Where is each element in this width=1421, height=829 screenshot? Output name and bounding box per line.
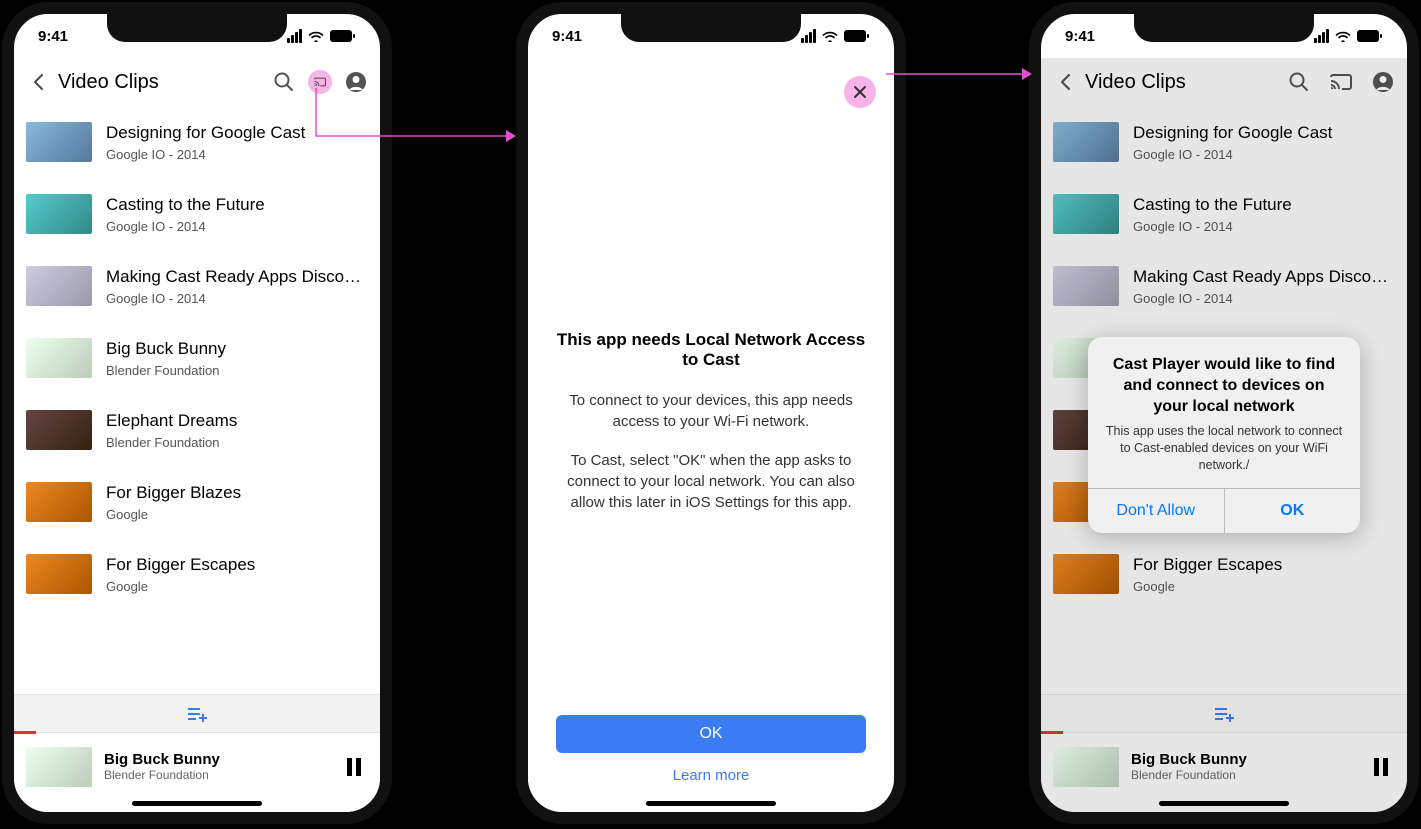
- modal-paragraph: To Cast, select "OK" when the app asks t…: [556, 450, 866, 513]
- device-notch: [1134, 14, 1314, 42]
- app-header: Video Clips: [14, 58, 380, 106]
- modal-heading: This app needs Local Network Access to C…: [556, 330, 866, 370]
- cast-button[interactable]: [308, 70, 332, 94]
- ios-permission-alert: Cast Player would like to find and conne…: [1088, 337, 1360, 533]
- status-time: 9:41: [38, 28, 68, 45]
- list-item[interactable]: Making Cast Ready Apps Discover... Google…: [14, 250, 380, 322]
- status-time: 9:41: [552, 28, 582, 45]
- video-title: For Bigger Blazes: [106, 483, 368, 503]
- device-notch: [621, 14, 801, 42]
- battery-icon: [844, 30, 870, 42]
- video-title: Making Cast Ready Apps Discover...: [106, 267, 368, 287]
- list-item[interactable]: Designing for Google Cast Google IO - 201…: [14, 106, 380, 178]
- playlist-add-icon: [186, 706, 208, 722]
- now-playing-bar[interactable]: Big Buck Bunny Blender Foundation: [14, 732, 380, 800]
- home-indicator: [1159, 801, 1289, 806]
- pause-button[interactable]: [340, 753, 368, 781]
- video-subtitle: Google IO - 2014: [106, 291, 368, 306]
- video-title: For Bigger Escapes: [106, 555, 368, 575]
- video-subtitle: Blender Foundation: [106, 363, 368, 378]
- video-title: Big Buck Bunny: [106, 339, 368, 359]
- list-item[interactable]: Casting to the Future Google IO - 2014: [14, 178, 380, 250]
- battery-icon: [330, 30, 356, 42]
- video-thumbnail: [26, 194, 92, 234]
- home-indicator: [646, 801, 776, 806]
- video-list: Designing for Google Cast Google IO - 201…: [14, 106, 380, 694]
- video-thumbnail: [26, 482, 92, 522]
- video-thumbnail: [26, 266, 92, 306]
- battery-icon: [1357, 30, 1383, 42]
- learn-more-link[interactable]: Learn more: [556, 767, 866, 784]
- back-button[interactable]: [26, 70, 50, 94]
- cellular-icon: [1314, 29, 1329, 43]
- video-subtitle: Google IO - 2014: [106, 147, 368, 162]
- now-playing-subtitle: Blender Foundation: [104, 768, 328, 782]
- queue-bar[interactable]: [14, 694, 380, 732]
- wifi-icon: [822, 30, 838, 42]
- video-thumbnail: [26, 554, 92, 594]
- cellular-icon: [801, 29, 816, 43]
- video-thumbnail: [26, 410, 92, 450]
- permission-explainer-screen: This app needs Local Network Access to C…: [528, 58, 894, 812]
- video-title: Designing for Google Cast: [106, 123, 368, 143]
- video-subtitle: Blender Foundation: [106, 435, 368, 450]
- status-time: 9:41: [1065, 28, 1095, 45]
- ok-button[interactable]: OK: [556, 715, 866, 753]
- now-playing-title: Big Buck Bunny: [104, 751, 328, 768]
- dont-allow-button[interactable]: Don't Allow: [1088, 489, 1224, 533]
- phone-screen-1: 9:41 Video Clips: [2, 2, 392, 824]
- video-subtitle: Google: [106, 579, 368, 594]
- phone-screen-3: 9:41 Video Clips: [1029, 2, 1419, 824]
- list-item[interactable]: Big Buck Bunny Blender Foundation: [14, 322, 380, 394]
- device-notch: [107, 14, 287, 42]
- playback-progress: [14, 731, 36, 734]
- video-thumbnail: [26, 338, 92, 378]
- wifi-icon: [308, 30, 324, 42]
- video-subtitle: Google IO - 2014: [106, 219, 368, 234]
- alert-title: Cast Player would like to find and conne…: [1104, 355, 1344, 417]
- list-item[interactable]: Elephant Dreams Blender Foundation: [14, 394, 380, 466]
- video-subtitle: Google: [106, 507, 368, 522]
- cellular-icon: [287, 29, 302, 43]
- alert-backdrop: Cast Player would like to find and conne…: [1041, 58, 1407, 812]
- phone-screen-2: 9:41 This app needs Local Network Access…: [516, 2, 906, 824]
- home-indicator: [132, 801, 262, 806]
- list-item[interactable]: For Bigger Escapes Google: [14, 538, 380, 610]
- search-button[interactable]: [272, 70, 296, 94]
- video-title: Elephant Dreams: [106, 411, 368, 431]
- account-button[interactable]: [344, 70, 368, 94]
- wifi-icon: [1335, 30, 1351, 42]
- ok-button[interactable]: OK: [1224, 489, 1361, 533]
- video-title: Casting to the Future: [106, 195, 368, 215]
- alert-message: This app uses the local network to conne…: [1104, 423, 1344, 474]
- close-button[interactable]: [844, 76, 876, 108]
- video-thumbnail: [26, 122, 92, 162]
- modal-paragraph: To connect to your devices, this app nee…: [556, 390, 866, 432]
- list-item[interactable]: For Bigger Blazes Google: [14, 466, 380, 538]
- page-title: Video Clips: [58, 71, 264, 94]
- now-playing-thumbnail: [26, 747, 92, 787]
